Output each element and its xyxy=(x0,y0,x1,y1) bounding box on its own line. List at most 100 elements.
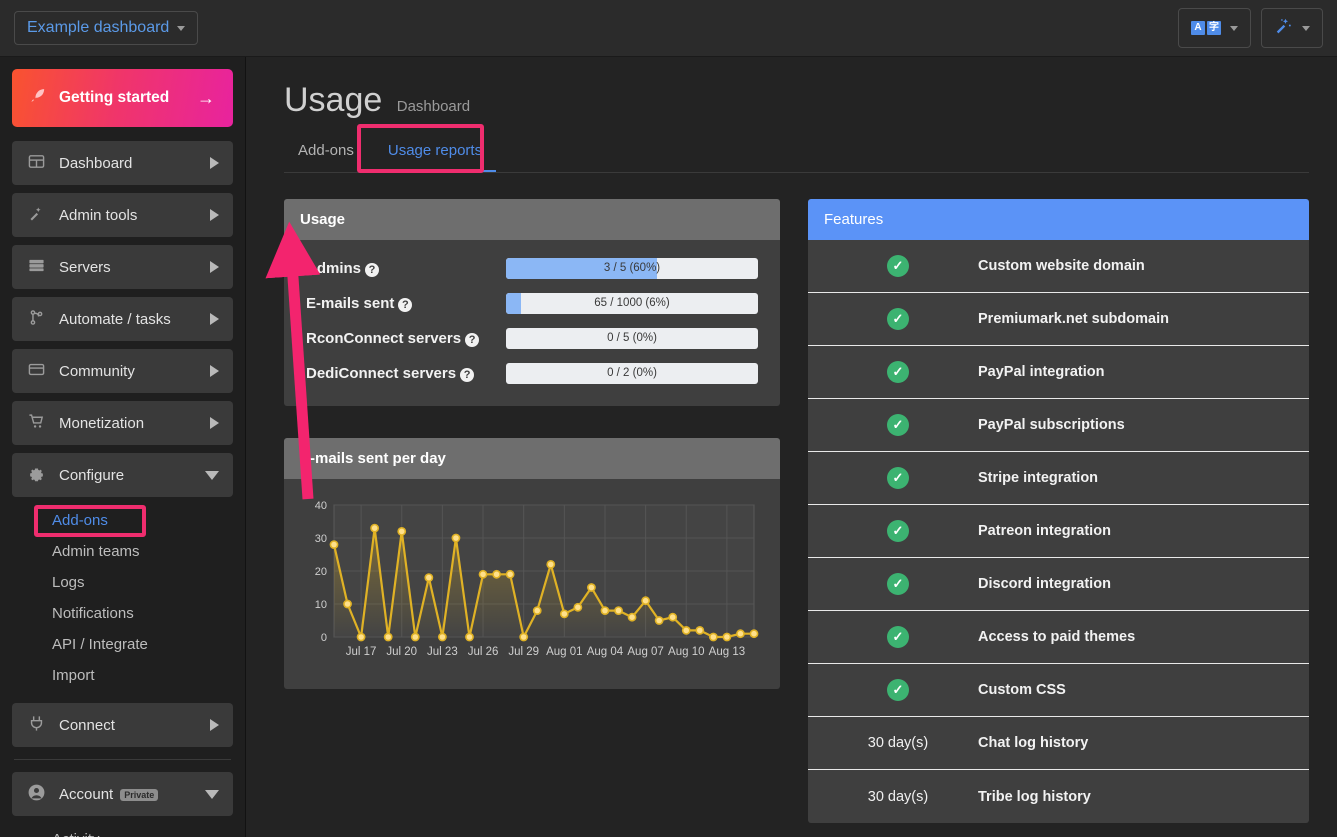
feature-row: ✓ Discord integration xyxy=(808,558,1309,611)
sidebar-subitem-api-integrate[interactable]: API / Integrate xyxy=(12,629,233,660)
translate-button[interactable]: A字 xyxy=(1178,8,1251,48)
magic-wand-icon xyxy=(26,205,46,226)
help-icon[interactable]: ? xyxy=(398,298,413,312)
sidebar-subitem-activity[interactable]: Activity xyxy=(12,824,233,837)
tab-add-ons[interactable]: Add-ons xyxy=(284,136,368,172)
arrow-right-icon: → xyxy=(197,87,215,108)
progress-bar-text: 0 / 5 (0%) xyxy=(607,332,657,344)
sidebar-subitem-add-ons[interactable]: Add-ons xyxy=(12,505,233,536)
branch-icon xyxy=(26,309,46,330)
sidebar-subitem-import[interactable]: Import xyxy=(12,660,233,691)
usage-row-label: RconConnect servers xyxy=(306,330,462,347)
progress-bar: 65 / 1000 (6%) xyxy=(506,293,758,314)
chevron-down-icon xyxy=(177,25,186,31)
feature-row: ✓ PayPal integration xyxy=(808,346,1309,399)
sidebar-item-community[interactable]: Community xyxy=(12,349,233,393)
feature-value: 30 day(s) xyxy=(867,788,929,805)
features-panel: Features ✓ Custom website domain ✓ Premiuma… xyxy=(808,199,1309,823)
help-icon[interactable]: ? xyxy=(465,333,480,347)
check-icon: ✓ xyxy=(818,467,978,489)
chevron-right-icon xyxy=(210,365,219,377)
emails-chart-panel: E-mails sent per day 0 10 20 30 40 Jul 17 Jul … xyxy=(284,438,780,689)
sidebar-item-label: Servers xyxy=(59,258,111,276)
svg-text:Aug 10: Aug 10 xyxy=(668,646,704,658)
sidebar-item-label: Automate / tasks xyxy=(59,310,171,328)
chevron-right-icon xyxy=(210,157,219,169)
rocket-icon xyxy=(30,87,47,109)
svg-text:Aug 04: Aug 04 xyxy=(587,646,624,658)
cart-icon xyxy=(26,413,46,434)
usage-row: RconConnect servers? 0 / 5 (0%) xyxy=(306,328,758,349)
sidebar: Getting started → Dashboard Admin tools … xyxy=(0,57,246,837)
check-icon: ✓ xyxy=(818,255,978,277)
gear-icon xyxy=(26,465,46,486)
feature-label: Stripe integration xyxy=(978,470,1099,486)
svg-text:40: 40 xyxy=(315,500,327,512)
sidebar-item-dashboard[interactable]: Dashboard xyxy=(12,141,233,185)
dashboard-selector-label: Example dashboard xyxy=(27,19,170,36)
translate-icon: A字 xyxy=(1191,21,1221,35)
feature-value: 30 day(s) xyxy=(867,735,929,751)
help-icon[interactable]: ? xyxy=(365,263,380,277)
feature-label: Tribe log history xyxy=(978,788,1091,805)
server-icon xyxy=(26,257,46,278)
help-icon[interactable]: ? xyxy=(460,368,475,382)
account-submenu: Activity Dashboards xyxy=(12,824,233,837)
sidebar-subitem-admin-teams[interactable]: Admin teams xyxy=(12,536,233,567)
grid-icon xyxy=(26,153,46,174)
check-icon: ✓ xyxy=(818,573,978,595)
chevron-down-icon xyxy=(205,789,219,799)
top-bar-actions: A字 xyxy=(1178,8,1323,48)
chevron-right-icon xyxy=(210,313,219,325)
chevron-right-icon xyxy=(210,719,219,731)
check-icon: ✓ xyxy=(818,679,978,701)
progress-bar: 3 / 5 (60%) xyxy=(506,258,758,279)
sidebar-item-configure[interactable]: Configure xyxy=(12,453,233,497)
sidebar-item-label: Dashboard xyxy=(59,154,133,172)
sidebar-item-account[interactable]: Account Private xyxy=(12,772,233,816)
getting-started-button[interactable]: Getting started → xyxy=(12,69,233,127)
style-tools-button[interactable] xyxy=(1261,8,1323,48)
feature-row: ✓ Custom CSS xyxy=(808,664,1309,717)
main-content: Usage Dashboard Add-ons Usage reports Us… xyxy=(246,57,1337,837)
status-badge: Private xyxy=(120,788,159,801)
usage-panel-body: Admins? 3 / 5 (60%) E-mails sent? 65 / 1… xyxy=(284,240,780,406)
left-column: Usage Admins? 3 / 5 (60%) E-mails sent? xyxy=(284,199,780,837)
tab-usage-reports[interactable]: Usage reports xyxy=(373,136,497,172)
chevron-down-icon xyxy=(1302,25,1310,31)
check-icon: ✓ xyxy=(818,520,978,542)
feature-row: ✓ PayPal subscriptions xyxy=(808,399,1309,452)
feature-label: Custom website domain xyxy=(978,258,1145,274)
dashboard-selector-button[interactable]: Example dashboard xyxy=(14,11,199,45)
chevron-right-icon xyxy=(210,261,219,273)
svg-text:Jul 23: Jul 23 xyxy=(427,646,458,658)
page-header: Usage Dashboard xyxy=(284,81,1309,120)
feature-row: 30 day(s) Chat log history xyxy=(808,717,1309,770)
feature-row: ✓ Custom website domain xyxy=(808,240,1309,293)
sidebar-item-admin-tools[interactable]: Admin tools xyxy=(12,193,233,237)
svg-text:30: 30 xyxy=(315,533,327,545)
user-circle-icon xyxy=(26,783,46,806)
chevron-down-icon xyxy=(1230,25,1238,31)
sidebar-item-servers[interactable]: Servers xyxy=(12,245,233,289)
top-bar: Example dashboard A字 xyxy=(0,0,1337,57)
svg-text:10: 10 xyxy=(315,599,327,611)
sidebar-item-connect[interactable]: Connect xyxy=(12,703,233,747)
sidebar-subitem-notifications[interactable]: Notifications xyxy=(12,598,233,629)
sidebar-subitem-logs[interactable]: Logs xyxy=(12,567,233,598)
configure-submenu: Add-ons Admin teams Logs Notifications A… xyxy=(12,505,233,691)
sidebar-item-monetization[interactable]: Monetization xyxy=(12,401,233,445)
usage-row: E-mails sent? 65 / 1000 (6%) xyxy=(306,293,758,314)
sidebar-item-label: Admin tools xyxy=(59,206,138,224)
sidebar-item-automate-tasks[interactable]: Automate / tasks xyxy=(12,297,233,341)
svg-text:Aug 01: Aug 01 xyxy=(546,646,582,658)
right-column: Features ✓ Custom website domain ✓ Premiuma… xyxy=(808,199,1309,837)
tab-bar: Add-ons Usage reports xyxy=(284,136,1309,173)
chevron-right-icon xyxy=(210,417,219,429)
feature-label: PayPal subscriptions xyxy=(978,417,1125,433)
progress-bar: 0 / 5 (0%) xyxy=(506,328,758,349)
chart-body: 0 10 20 30 40 Jul 17 Jul 20 Jul 23 Jul 26 Jul 29 A… xyxy=(284,479,780,689)
sidebar-item-label: Configure xyxy=(59,466,125,484)
features-list: ✓ Custom website domain ✓ Premiumark.net su… xyxy=(808,240,1309,823)
progress-bar-text: 65 / 1000 (6%) xyxy=(594,297,670,309)
